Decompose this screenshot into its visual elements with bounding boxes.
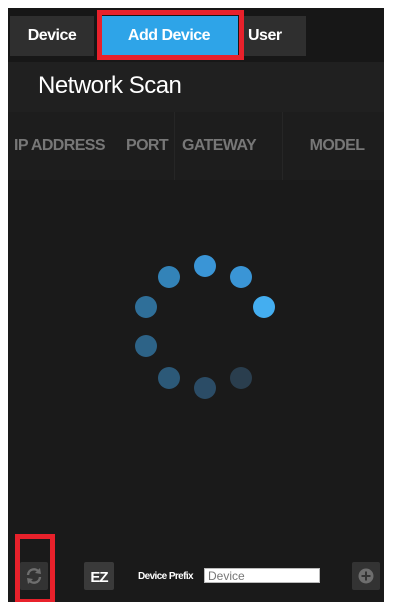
spinner-dot [230,367,252,389]
spinner-dot [230,266,252,288]
tab-add-device[interactable]: Add Device [100,16,238,56]
bottom-toolbar: EZ Device Prefix [8,540,384,602]
tab-user[interactable]: User [240,16,306,56]
spinner-dot [194,377,216,399]
spinner-dot [194,255,216,277]
spinner-dot [135,335,157,357]
device-prefix-input[interactable] [204,568,320,583]
page-title: Network Scan [38,72,182,99]
column-divider [282,112,283,180]
ez-label: EZ [90,569,108,586]
loading-spinner-icon [135,255,275,399]
title-bar: Network Scan [8,62,384,112]
spinner-dot [135,296,157,318]
spinner-dot [158,367,180,389]
ez-logo-icon: EZ [90,569,109,586]
tab-bar: Device Add Device User [8,8,384,62]
plus-circle-icon [358,568,374,584]
add-device-button[interactable] [352,562,380,590]
column-header-model[interactable]: MODEL [290,112,384,180]
spinner-dot [158,266,180,288]
column-divider [174,112,175,180]
column-header-port[interactable]: PORT [126,112,174,180]
device-prefix-label: Device Prefix [138,571,194,582]
scan-results-area [8,180,384,540]
ez-button[interactable]: EZ [84,562,114,590]
table-header: IP ADDRESS PORT GATEWAY MODEL [8,112,384,180]
column-header-ip-address[interactable]: IP ADDRESS [14,112,126,180]
column-header-gateway[interactable]: GATEWAY [178,112,282,180]
refresh-icon [26,568,42,584]
tab-device[interactable]: Device [10,16,94,56]
spinner-dot [253,296,275,318]
refresh-button[interactable] [20,562,48,590]
app-window: Device Add Device User Network Scan IP A… [8,8,384,602]
